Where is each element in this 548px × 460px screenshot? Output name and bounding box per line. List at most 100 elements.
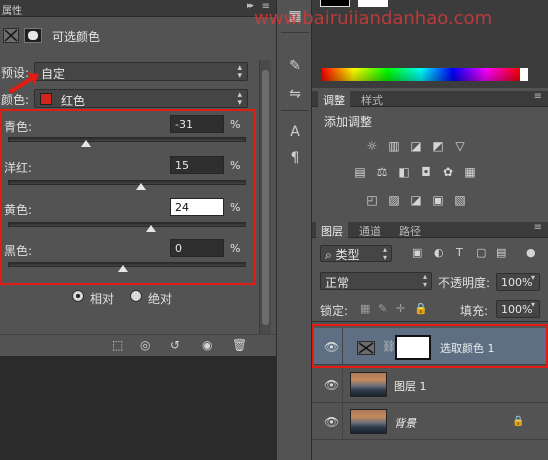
select-arrows-icon: ▴ ▾ bbox=[382, 245, 387, 262]
relative-label: 相对 bbox=[90, 292, 115, 306]
lock-position-icon[interactable]: ✛ bbox=[396, 302, 405, 315]
foreground-color[interactable] bbox=[320, 0, 350, 7]
select-arrows-icon: ▴ ▾ bbox=[237, 90, 242, 108]
colors-select[interactable]: 红色 ▴ ▾ bbox=[34, 89, 248, 108]
shape-filter-icon[interactable]: ▢ bbox=[476, 246, 486, 259]
absolute-radio[interactable] bbox=[130, 290, 142, 302]
adjustment-title: 可选颜色 bbox=[52, 30, 101, 44]
color-lookup-icon[interactable]: ▦ bbox=[462, 164, 478, 180]
filter-value: 类型 bbox=[335, 248, 360, 262]
white-swatch[interactable] bbox=[520, 68, 528, 81]
layer-thumbnail bbox=[350, 372, 387, 397]
properties-titlebar: 属性 ▸▸ ≡ bbox=[0, 0, 276, 17]
tab-paths[interactable]: 路径 bbox=[394, 222, 426, 238]
visibility-eye-icon[interactable]: 👁 bbox=[324, 415, 339, 429]
type-filter-icon[interactable]: T bbox=[456, 246, 463, 259]
vibrance-icon[interactable]: ▽ bbox=[452, 138, 468, 154]
pixel-filter-icon[interactable]: ▣ bbox=[412, 246, 422, 259]
collapse-arrows-icon[interactable]: ▸▸ bbox=[247, 1, 254, 11]
lock-all-icon[interactable]: 🔒 bbox=[414, 302, 428, 315]
visibility-icon[interactable]: ◉ bbox=[202, 338, 212, 352]
preset-select[interactable]: 自定 ▴ ▾ bbox=[34, 62, 248, 81]
color-balance-icon[interactable]: ⚖ bbox=[374, 164, 390, 180]
black-white-icon[interactable]: ◧ bbox=[396, 164, 412, 180]
divider bbox=[281, 32, 309, 33]
opacity-input[interactable]: 100% ▾ bbox=[496, 273, 540, 291]
scrollbar-thumb[interactable] bbox=[262, 70, 269, 325]
tab-layers[interactable]: 图层 bbox=[316, 222, 348, 238]
gradient-map-icon[interactable]: ▧ bbox=[452, 192, 468, 208]
brush-panel-icon[interactable]: ✎ bbox=[286, 58, 304, 74]
clip-to-layer-icon[interactable]: ⬚ bbox=[112, 338, 123, 352]
exposure-icon[interactable]: ◩ bbox=[430, 138, 446, 154]
filter-toggle-icon[interactable]: ● bbox=[526, 246, 536, 259]
visibility-eye-icon[interactable]: 👁 bbox=[324, 378, 339, 392]
add-adjustment-label: 添加调整 bbox=[324, 115, 373, 129]
mask-icon[interactable] bbox=[24, 28, 42, 43]
layer-name[interactable]: 背景 bbox=[394, 415, 416, 431]
properties-scrollbar[interactable] bbox=[259, 60, 271, 336]
red-color-swatch bbox=[40, 93, 52, 105]
tool-presets-icon[interactable]: ⇋ bbox=[286, 86, 304, 102]
blend-mode-select[interactable]: 正常 ▴ ▾ bbox=[320, 272, 432, 290]
preset-value: 自定 bbox=[41, 67, 66, 81]
background-color[interactable] bbox=[358, 0, 388, 7]
dropdown-icon: ▾ bbox=[530, 273, 535, 282]
absolute-label: 绝对 bbox=[148, 292, 173, 306]
blend-mode-value: 正常 bbox=[325, 276, 350, 290]
delete-icon[interactable]: 🗑 bbox=[232, 338, 247, 352]
panel-menu-icon[interactable]: ≡ bbox=[534, 222, 542, 233]
posterize-icon[interactable]: ▨ bbox=[386, 192, 402, 208]
hue-saturation-icon[interactable]: ▤ bbox=[352, 164, 368, 180]
fill-value: 100% bbox=[501, 303, 533, 316]
invert-icon[interactable]: ◰ bbox=[364, 192, 380, 208]
selective-color-icon[interactable]: ▣ bbox=[430, 192, 446, 208]
adjustment-type-icon[interactable] bbox=[3, 28, 19, 43]
dropdown-icon: ▾ bbox=[530, 300, 535, 309]
layer-name[interactable]: 图层 1 bbox=[394, 378, 427, 394]
brightness-icon[interactable]: ☼ bbox=[364, 138, 380, 154]
preset-label: 预设: bbox=[1, 66, 30, 80]
photo-filter-icon[interactable]: ◘ bbox=[418, 164, 434, 180]
highlight-box-sliders bbox=[0, 109, 256, 285]
divider bbox=[342, 403, 343, 440]
lock-label: 锁定: bbox=[320, 304, 349, 318]
channel-mixer-icon[interactable]: ✿ bbox=[440, 164, 456, 180]
fill-label: 填充: bbox=[460, 304, 489, 318]
search-icon: ⌕ bbox=[325, 248, 336, 262]
layer-row-background[interactable]: 👁 背景 🔒 bbox=[312, 403, 548, 440]
paragraph-panel-icon[interactable]: ¶ bbox=[286, 150, 304, 166]
select-arrows-icon: ▴ ▾ bbox=[237, 63, 242, 81]
watermark-text: www.bairuiiandanhao.com bbox=[254, 8, 493, 29]
select-arrows-icon: ▴ ▾ bbox=[422, 272, 427, 289]
lock-transparent-icon[interactable]: ▦ bbox=[360, 302, 370, 315]
levels-icon[interactable]: ▥ bbox=[386, 138, 402, 154]
color-spectrum[interactable] bbox=[322, 68, 520, 81]
opacity-value: 100% bbox=[501, 276, 533, 289]
layer-row-layer1[interactable]: 👁 图层 1 bbox=[312, 366, 548, 403]
layers-tabbar: 图层 通道 路径 ≡ bbox=[312, 222, 548, 238]
smart-object-filter-icon[interactable]: ▤ bbox=[496, 246, 506, 259]
view-previous-icon[interactable]: ◎ bbox=[140, 338, 150, 352]
adjustments-tabbar: 调整 样式 ≡ bbox=[312, 91, 548, 107]
colors-value: 红色 bbox=[61, 94, 86, 108]
fill-input[interactable]: 100% ▾ bbox=[496, 300, 540, 318]
reset-icon[interactable]: ↺ bbox=[170, 338, 180, 352]
colors-label: 颜色: bbox=[1, 93, 30, 107]
divider bbox=[281, 110, 309, 111]
tab-adjustments[interactable]: 调整 bbox=[318, 91, 350, 107]
tab-styles[interactable]: 样式 bbox=[356, 91, 388, 107]
properties-title: 属性 bbox=[2, 6, 22, 17]
lock-image-icon[interactable]: ✎ bbox=[378, 302, 387, 315]
threshold-icon[interactable]: ◪ bbox=[408, 192, 424, 208]
curves-icon[interactable]: ◪ bbox=[408, 138, 424, 154]
character-panel-icon[interactable]: A bbox=[286, 124, 304, 140]
panel-menu-icon[interactable]: ≡ bbox=[534, 91, 542, 102]
panel-dock-strip: ▦ ✎ ⇋ A ¶ bbox=[276, 0, 312, 460]
relative-radio[interactable] bbox=[72, 290, 84, 302]
layer-filter-select[interactable]: ⌕ 类型 ▴ ▾ bbox=[320, 245, 392, 262]
lock-icon: 🔒 bbox=[512, 416, 525, 427]
layer-thumbnail bbox=[350, 409, 387, 434]
tab-channels[interactable]: 通道 bbox=[354, 222, 386, 238]
adjustment-filter-icon[interactable]: ◐ bbox=[434, 246, 444, 259]
